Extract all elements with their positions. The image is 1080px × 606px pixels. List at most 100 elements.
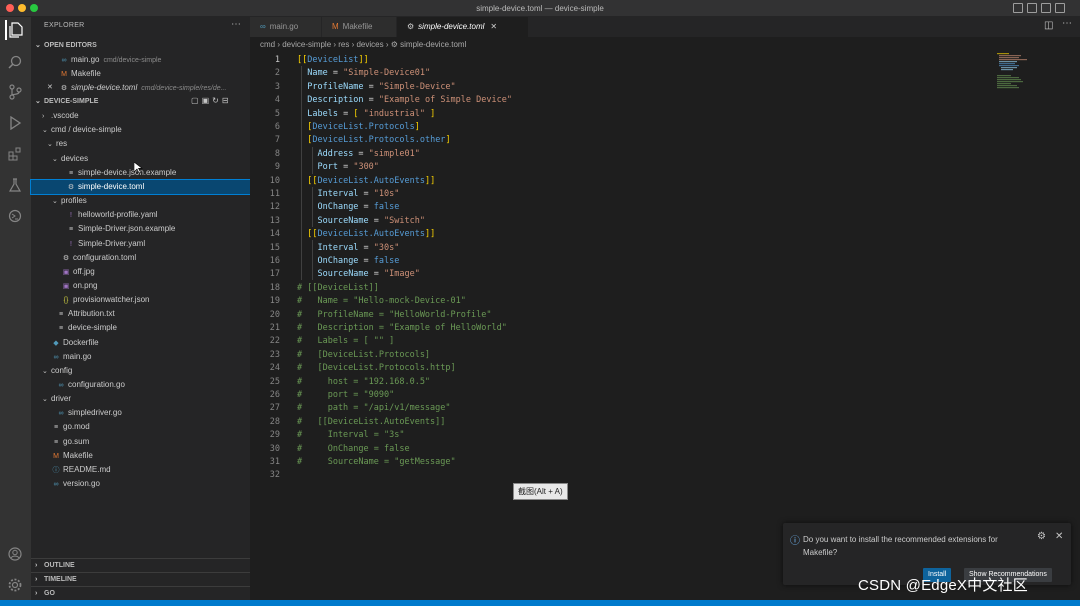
tree-file[interactable]: ▣ off.jpg (31, 265, 250, 279)
tree-item-label: helloworld-profile.yaml (78, 210, 158, 220)
settings-gear-icon[interactable]: ⚙ (1037, 531, 1046, 542)
tree-folder[interactable]: ⌄ profiles (31, 194, 250, 208)
tree-file[interactable]: ≡ go.sum (31, 435, 250, 449)
activity-bar (0, 17, 31, 600)
explorer-icon[interactable] (5, 20, 25, 40)
tree-file[interactable]: ≡ device-simple (31, 321, 250, 335)
source-control-icon[interactable] (5, 82, 25, 102)
new-file-icon[interactable]: ▢ (191, 96, 202, 105)
accounts-icon[interactable] (5, 544, 25, 564)
makefile-icon: M (332, 22, 339, 31)
tab-main-go[interactable]: ∞ main.go (250, 17, 322, 37)
manage-gear-icon[interactable] (5, 575, 25, 595)
notification-message: Do you want to install the recommended e… (803, 535, 998, 557)
search-icon[interactable] (5, 52, 25, 72)
tree-file[interactable]: ∞ main.go (31, 350, 250, 364)
line-number: 9 (274, 162, 280, 173)
tree-file[interactable]: ! helloworld-profile.yaml (31, 208, 250, 222)
panel-header-timeline[interactable]: › TIMELINE (31, 572, 250, 586)
code-token: "Simple-Device" (378, 81, 456, 92)
tree-file[interactable]: ≡ Simple-Driver.json.example (31, 222, 250, 236)
code-token: DeviceList (307, 55, 359, 65)
panel-header-go[interactable]: › GO (31, 586, 250, 600)
code-token: # port = "9090" (297, 390, 395, 400)
code-editor[interactable]: 1 [[DeviceList]] 2 Name = "Simple-Device01… (250, 52, 1080, 600)
line-number: 1 (274, 55, 280, 65)
breadcrumb-item[interactable]: devices (356, 40, 383, 49)
open-editor-item[interactable]: ✕ ⚙ simple-device.toml cmd/device-simple/re… (31, 81, 250, 95)
info-file-icon: ⓘ (52, 466, 60, 474)
window-title: simple-device.toml — device-simple (476, 4, 604, 13)
tree-file[interactable]: ∞ simpledriver.go (31, 406, 250, 420)
tree-file[interactable]: ∞ version.go (31, 477, 250, 491)
close-icon[interactable]: ✕ (1055, 531, 1063, 542)
tree-item-label: README.md (63, 464, 111, 474)
code-token: "300" (353, 162, 379, 173)
tree-file[interactable]: {} provisionwatcher.json (31, 293, 250, 307)
minimap[interactable] (995, 52, 1035, 92)
go-file-icon: ∞ (260, 22, 266, 31)
code-token: # host = "192.168.0.5" (297, 376, 431, 387)
tree-file[interactable]: ⚙ configuration.toml (31, 251, 250, 265)
code-token: false (373, 202, 400, 213)
breadcrumb-item[interactable]: res (338, 40, 349, 49)
tree-file[interactable]: ⚙ simple-device.toml (30, 178, 251, 195)
line-number: 5 (274, 108, 280, 119)
tree-file[interactable]: ⓘ README.md (31, 463, 250, 477)
more-actions-icon[interactable]: ⋯ (231, 19, 241, 30)
tree-file[interactable]: ! Simple-Driver.yaml (31, 237, 250, 251)
tree-folder[interactable]: ⌄ driver (31, 392, 250, 406)
code-token: "industrial" (363, 108, 425, 119)
code-token: SourceName (317, 215, 369, 226)
breadcrumb-item[interactable]: device-simple (282, 40, 331, 49)
code-token: # Description = "Example of HelloWorld" (297, 323, 507, 333)
toggle-sidebar-icon[interactable] (1013, 3, 1023, 13)
close-editor-icon[interactable]: ✕ (47, 81, 53, 95)
chevron-down-icon: ⌄ (42, 127, 48, 135)
breadcrumb-item[interactable]: simple-device.toml (400, 40, 466, 49)
tab-simple-device-toml[interactable]: ⚙ simple-device.toml ✕ (397, 17, 529, 37)
tree-file[interactable]: ∞ configuration.go (31, 378, 250, 392)
open-editor-item[interactable]: ∞ main.go cmd/device-simple (31, 53, 250, 67)
split-editor-icon[interactable]: ◫ (1044, 20, 1053, 31)
explorer-sidebar: EXPLORER ⋯ ⌄ OPEN EDITORS ∞ main.go cmd/devi… (30, 17, 251, 600)
tree-item-label: devices (61, 153, 89, 163)
breadcrumb-item[interactable]: cmd (260, 40, 275, 49)
tree-folder[interactable]: › .vscode (31, 109, 250, 123)
toggle-secondary-sidebar-icon[interactable] (1041, 3, 1051, 13)
go-file-icon: ∞ (58, 410, 64, 418)
line-number: 24 (269, 363, 280, 374)
code-token: # path = "/api/v1/message" (297, 403, 451, 414)
collapse-all-icon[interactable]: ⊟ (222, 96, 232, 105)
tree-file[interactable]: M Makefile (31, 449, 250, 463)
tree-file[interactable]: ≡ go.mod (31, 420, 250, 434)
tree-folder[interactable]: ⌄ res (31, 137, 250, 151)
code-token: Address (317, 148, 354, 159)
tree-folder[interactable]: ⌄ config (31, 364, 250, 378)
panel-header-outline[interactable]: › OUTLINE (31, 558, 250, 572)
lines-file-icon: ≡ (58, 311, 64, 319)
tree-file[interactable]: ◆ Dockerfile (31, 336, 250, 350)
toggle-panel-icon[interactable] (1027, 3, 1037, 13)
run-debug-icon[interactable] (5, 113, 25, 133)
tree-file[interactable]: ▣ on.png (31, 279, 250, 293)
file-name: simple-device.toml (71, 83, 138, 92)
code-line: # path = "/api/v1/message" (297, 402, 451, 415)
remote-explorer-icon[interactable] (5, 206, 25, 226)
customize-layout-icon[interactable] (1055, 3, 1065, 13)
status-bar (0, 600, 1080, 606)
tab-makefile[interactable]: M Makefile (322, 17, 397, 37)
refresh-icon[interactable]: ↻ (212, 96, 222, 105)
tree-item-label: go.mod (63, 422, 90, 432)
close-tab-icon[interactable]: ✕ (490, 22, 497, 31)
extensions-icon[interactable] (5, 144, 25, 164)
chevron-down-icon: ⌄ (52, 198, 58, 206)
new-folder-icon[interactable]: ▣ (202, 96, 213, 105)
tree-file[interactable]: ≡ Attribution.txt (31, 307, 250, 321)
open-editors-header[interactable]: ⌄ OPEN EDITORS (31, 39, 250, 53)
open-editor-item[interactable]: M Makefile (31, 67, 250, 81)
tree-folder[interactable]: ⌄ cmd / device-simple (31, 123, 250, 137)
testing-icon[interactable] (5, 175, 25, 195)
editor-more-icon[interactable]: ⋯ (1062, 18, 1072, 29)
